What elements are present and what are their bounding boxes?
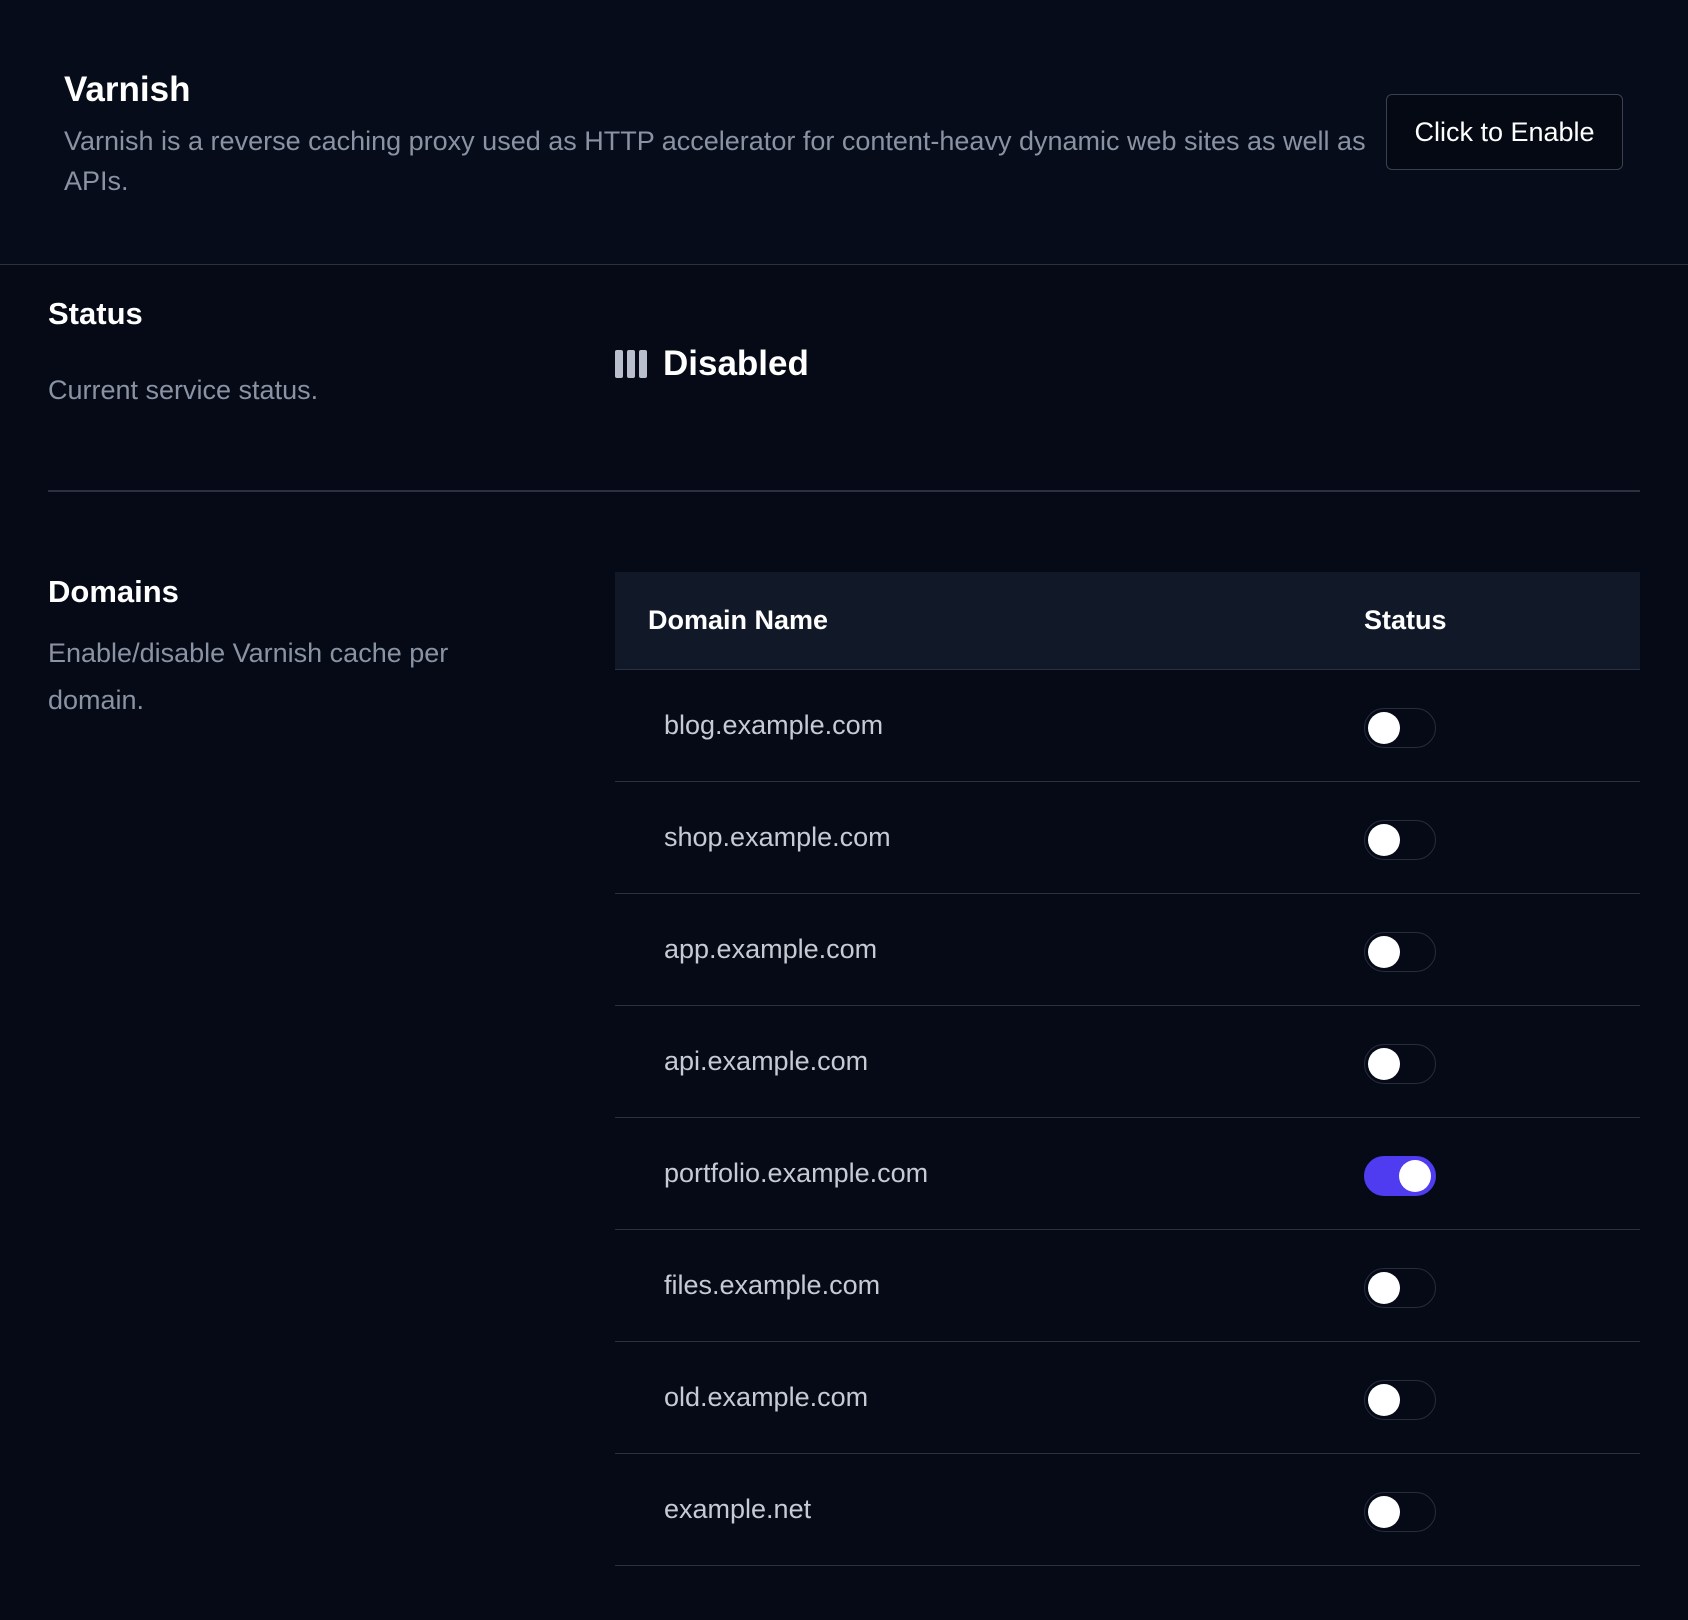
table-header: Domain Name Status [615, 572, 1640, 670]
toggle-knob [1368, 1048, 1400, 1080]
domain-name: old.example.com [664, 1382, 869, 1412]
domains-section-title: Domains [48, 574, 179, 609]
bars-icon [615, 350, 647, 378]
domain-name: files.example.com [664, 1270, 881, 1300]
table-row: blog.example.com [615, 670, 1640, 782]
domain-cache-toggle[interactable] [1364, 1156, 1436, 1196]
domain-name: blog.example.com [664, 710, 884, 740]
status-section-description: Current service status. [48, 375, 319, 405]
status-badge: Disabled [663, 344, 809, 383]
table-row: shop.example.com [615, 782, 1640, 894]
table-row: old.example.com [615, 1342, 1640, 1454]
domain-name: example.net [664, 1494, 812, 1524]
section-divider [48, 490, 1640, 492]
domains-table: Domain Name Status blog.example.com shop.… [615, 572, 1640, 1566]
toggle-knob [1368, 1384, 1400, 1416]
domain-name: api.example.com [664, 1046, 869, 1076]
table-row: portfolio.example.com [615, 1118, 1640, 1230]
domain-cache-toggle[interactable] [1364, 932, 1436, 972]
domain-cache-toggle[interactable] [1364, 1380, 1436, 1420]
toggle-knob [1368, 936, 1400, 968]
status-section-title: Status [48, 296, 143, 331]
table-row: app.example.com [615, 894, 1640, 1006]
domain-cache-toggle[interactable] [1364, 1492, 1436, 1532]
toggle-knob [1368, 712, 1400, 744]
enable-button[interactable]: Click to Enable [1386, 94, 1623, 170]
column-header-status: Status [1364, 605, 1447, 635]
domain-cache-toggle[interactable] [1364, 1268, 1436, 1308]
toggle-knob [1368, 824, 1400, 856]
page-description: Varnish is a reverse caching proxy used … [64, 126, 1366, 196]
table-row: files.example.com [615, 1230, 1640, 1342]
domain-cache-toggle[interactable] [1364, 708, 1436, 748]
toggle-knob [1368, 1272, 1400, 1304]
toggle-knob [1399, 1160, 1431, 1192]
column-header-domain-name: Domain Name [648, 605, 829, 635]
varnish-settings-page: Varnish Varnish is a reverse caching pro… [0, 0, 1688, 1620]
table-row: api.example.com [615, 1006, 1640, 1118]
domain-name: app.example.com [664, 934, 878, 964]
toggle-knob [1368, 1496, 1400, 1528]
table-row: example.net [615, 1454, 1640, 1566]
page-title: Varnish [64, 70, 191, 109]
domain-name: shop.example.com [664, 822, 891, 852]
service-status: Disabled [615, 344, 809, 384]
header: Varnish Varnish is a reverse caching pro… [0, 0, 1688, 265]
domain-cache-toggle[interactable] [1364, 1044, 1436, 1084]
domain-cache-toggle[interactable] [1364, 820, 1436, 860]
domains-section-description: Enable/disable Varnish cache per domain. [48, 638, 449, 715]
domain-name: portfolio.example.com [664, 1158, 929, 1188]
table-body: blog.example.com shop.example.com app.exam… [615, 670, 1640, 1566]
